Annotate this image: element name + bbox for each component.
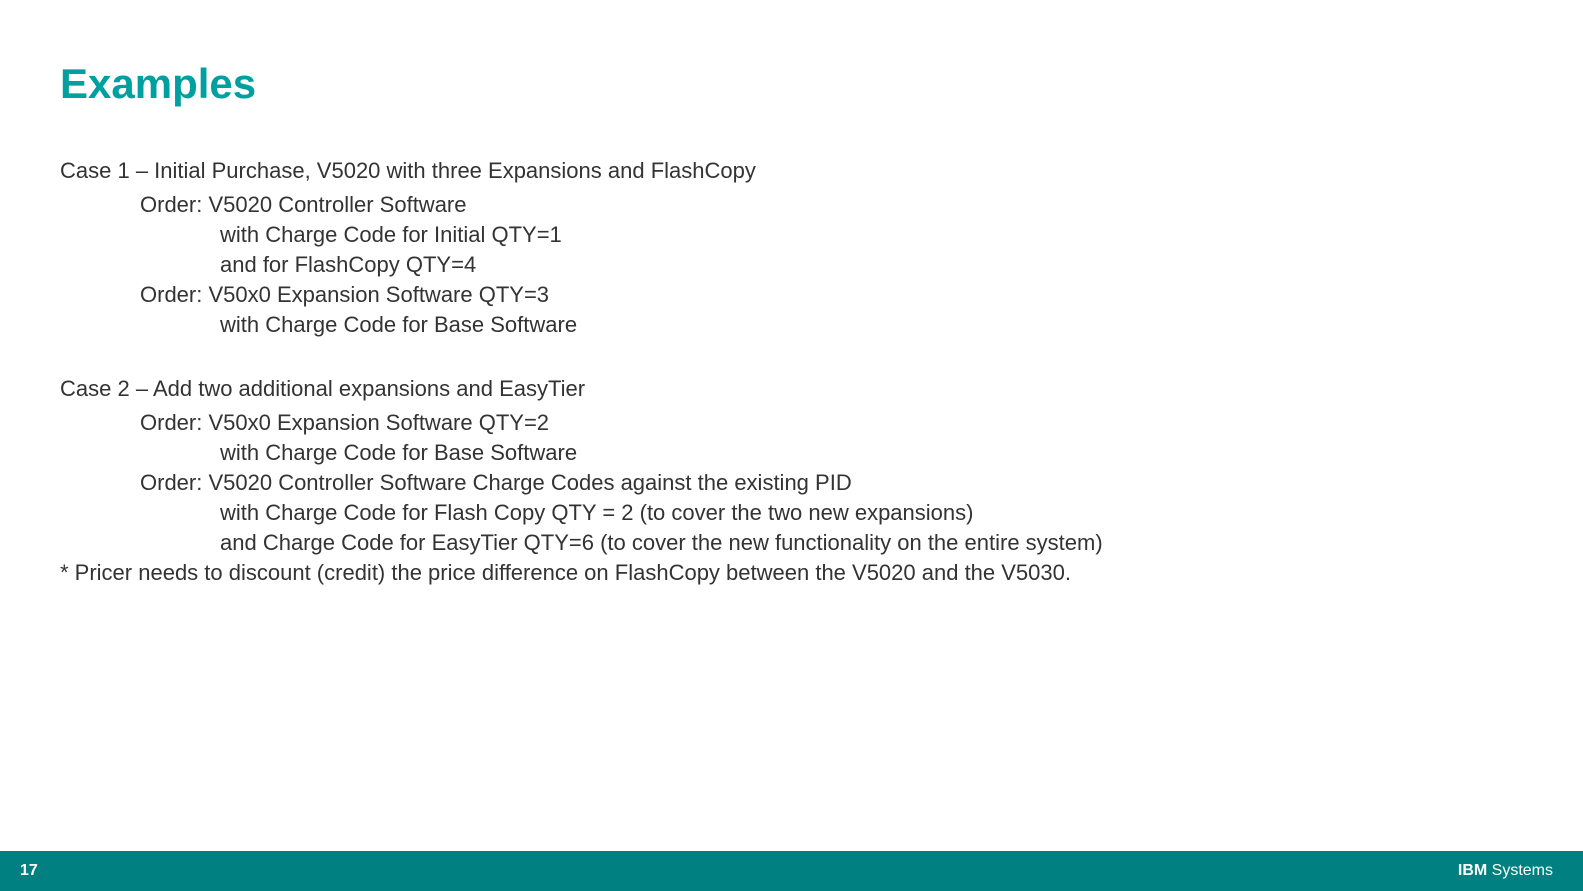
footer-brand: IBM Systems xyxy=(1458,862,1553,880)
footer-brand-suffix: Systems xyxy=(1487,862,1553,879)
case-1-heading: Case 1 – Initial Purchase, V5020 with th… xyxy=(60,158,1523,184)
case-1-order-1-detail-2: and for FlashCopy QTY=4 xyxy=(60,252,1523,278)
case-1-order-2-detail-1: with Charge Code for Base Software xyxy=(60,312,1523,338)
case-2-order-2-detail-1: with Charge Code for Flash Copy QTY = 2 … xyxy=(60,500,1523,526)
footer-bar: 17 IBM Systems xyxy=(0,851,1583,891)
case-2-order-2-detail-2: and Charge Code for EasyTier QTY=6 (to c… xyxy=(60,530,1523,556)
footer-page-number: 17 xyxy=(20,862,38,880)
case-1-block: Case 1 – Initial Purchase, V5020 with th… xyxy=(60,158,1523,338)
case-1-order-1-detail-1: with Charge Code for Initial QTY=1 xyxy=(60,222,1523,248)
case-1-order-2: Order: V50x0 Expansion Software QTY=3 xyxy=(60,282,1523,308)
case-2-note: * Pricer needs to discount (credit) the … xyxy=(60,560,1523,586)
case-2-heading: Case 2 – Add two additional expansions a… xyxy=(60,376,1523,402)
case-2-block: Case 2 – Add two additional expansions a… xyxy=(60,376,1523,586)
case-2-order-1: Order: V50x0 Expansion Software QTY=2 xyxy=(60,410,1523,436)
case-1-order-1: Order: V5020 Controller Software xyxy=(60,192,1523,218)
slide-container: Examples Case 1 – Initial Purchase, V502… xyxy=(0,0,1583,891)
footer-brand-ibm: IBM xyxy=(1458,862,1487,879)
content-area: Examples Case 1 – Initial Purchase, V502… xyxy=(0,0,1583,586)
case-2-order-2: Order: V5020 Controller Software Charge … xyxy=(60,470,1523,496)
case-2-order-1-detail-1: with Charge Code for Base Software xyxy=(60,440,1523,466)
slide-title: Examples xyxy=(60,60,1523,108)
